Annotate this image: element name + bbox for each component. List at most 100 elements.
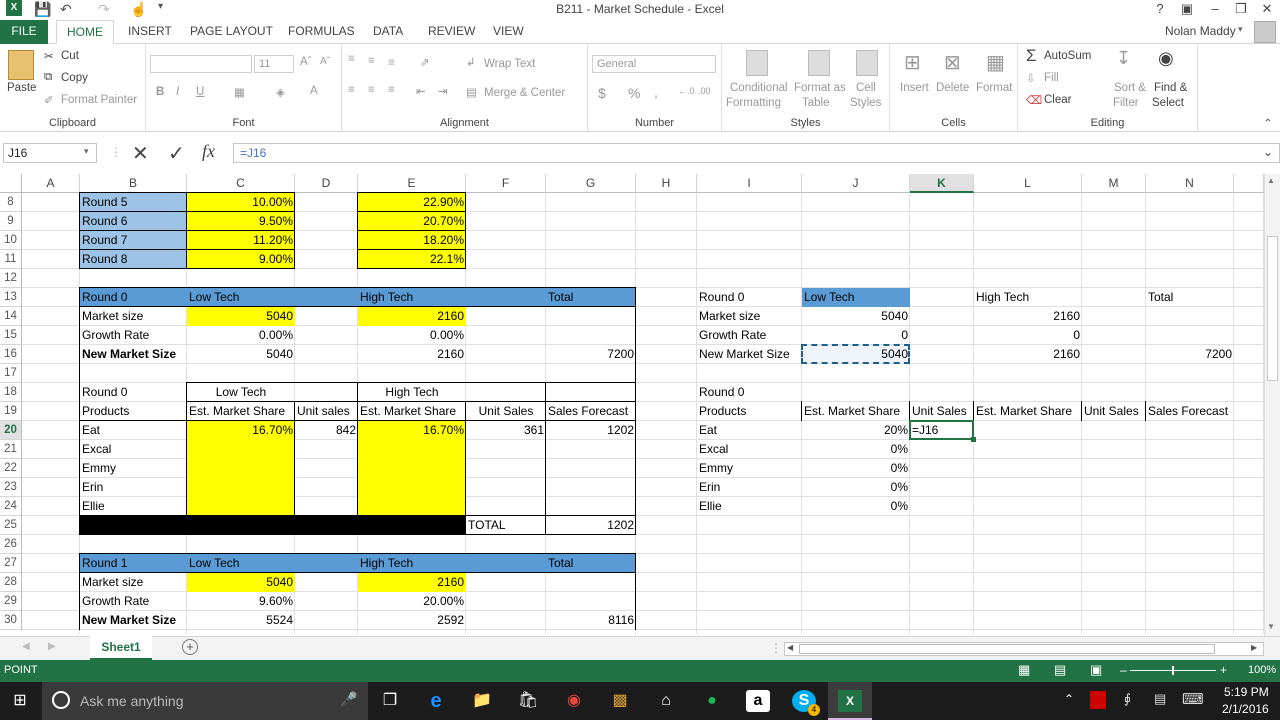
tab-split-grip-icon[interactable]: ⋮ <box>770 641 782 655</box>
cell-j16[interactable]: 5040 <box>802 345 910 364</box>
font-name-dropdown[interactable] <box>150 55 252 73</box>
cell-e28[interactable]: 2160 <box>358 573 466 592</box>
normal-view-icon[interactable]: ▦ <box>1018 662 1030 678</box>
currency-button[interactable]: $ <box>598 85 606 101</box>
cell-i15[interactable]: Growth Rate <box>697 326 802 345</box>
enter-icon[interactable]: ✓ <box>168 141 185 166</box>
clear-button[interactable]: Clear <box>1044 94 1071 106</box>
cell-m19[interactable]: Unit Sales <box>1082 402 1146 421</box>
column-header-f[interactable]: F <box>466 174 546 193</box>
horizontal-scrollbar[interactable]: ◀ ▶ <box>784 642 1264 656</box>
cell-b21[interactable]: Excal <box>80 440 187 459</box>
column-header-a[interactable]: A <box>22 174 80 193</box>
row-header-17[interactable]: 17 <box>0 364 22 383</box>
next-sheet-icon[interactable]: ▶ <box>48 641 56 652</box>
file-explorer-icon[interactable]: 📁 <box>470 690 494 712</box>
task-view-icon[interactable]: ❐ <box>378 690 402 712</box>
cell-e9[interactable]: 20.70% <box>358 212 466 231</box>
new-sheet-icon[interactable]: + <box>182 639 198 655</box>
align-right-icon[interactable]: ≡ <box>388 84 395 96</box>
row-header-11[interactable]: 11 <box>0 250 22 269</box>
percent-button[interactable]: % <box>628 85 640 101</box>
insert-function-icon[interactable]: fx <box>202 141 215 162</box>
cell-c27[interactable]: Low Tech <box>187 554 295 573</box>
tab-view[interactable]: VIEW <box>483 20 534 44</box>
cell-e29[interactable]: 20.00% <box>358 592 466 611</box>
conditional-formatting-label-1[interactable]: Conditional <box>730 82 788 94</box>
cell-g27[interactable]: Total <box>546 554 636 573</box>
prev-sheet-icon[interactable]: ◀ <box>22 641 30 652</box>
home-icon[interactable]: ⌂ <box>654 690 678 712</box>
cell-e15[interactable]: 0.00% <box>358 326 466 345</box>
scroll-down-icon[interactable]: ▼ <box>1267 622 1275 631</box>
spreadsheet-grid[interactable]: A B C D E F G H I J K L M N 8 9 10 11 12 13 14 15 16 17 18 19 20 21… <box>0 174 1264 634</box>
tab-formulas[interactable]: FORMULAS <box>278 20 365 44</box>
clock-date[interactable]: 2/1/2016 <box>1222 702 1269 716</box>
cell-i20[interactable]: Eat <box>697 421 802 440</box>
cell-e16[interactable]: 2160 <box>358 345 466 364</box>
row-header-13[interactable]: 13 <box>0 288 22 307</box>
cell-b24[interactable]: Ellie <box>80 497 187 516</box>
fill-button[interactable]: Fill <box>1044 72 1059 84</box>
cell-c28[interactable]: 5040 <box>187 573 295 592</box>
cell-i23[interactable]: Erin <box>697 478 802 497</box>
cell-styles-label-2[interactable]: Styles <box>850 97 881 109</box>
cell-j23[interactable]: 0% <box>802 478 910 497</box>
close-button[interactable]: ✕ <box>1252 0 1280 20</box>
vertical-scrollbar[interactable]: ▲ ▼ <box>1264 174 1280 636</box>
cell-n13[interactable]: Total <box>1146 288 1234 307</box>
clock-time[interactable]: 5:19 PM <box>1224 685 1269 699</box>
format-button[interactable]: Format <box>976 82 1012 94</box>
bottom-align-icon[interactable]: ≡ <box>388 57 395 69</box>
expand-formula-bar-icon[interactable]: ⌄ <box>1263 145 1273 159</box>
cell-i21[interactable]: Excal <box>697 440 802 459</box>
cell-d19[interactable]: Unit sales <box>295 402 358 421</box>
cell-g30[interactable]: 8116 <box>546 611 636 630</box>
cell-c11[interactable]: 9.00% <box>187 250 295 269</box>
font-color-icon[interactable]: A <box>310 85 318 97</box>
row-header-29[interactable]: 29 <box>0 592 22 611</box>
row-header-9[interactable]: 9 <box>0 212 22 231</box>
cell-e10[interactable]: 18.20% <box>358 231 466 250</box>
cell-b18[interactable]: Round 0 <box>80 383 187 402</box>
cell-b19[interactable]: Products <box>80 402 187 421</box>
format-as-table-label-1[interactable]: Format as <box>794 82 846 94</box>
cell-i16[interactable]: New Market Size <box>697 345 802 364</box>
comma-button[interactable]: , <box>654 84 658 100</box>
row-header-23[interactable]: 23 <box>0 478 22 497</box>
row-header-10[interactable]: 10 <box>0 231 22 250</box>
delete-button[interactable]: Delete <box>936 82 969 94</box>
scroll-left-icon[interactable]: ◀ <box>787 643 793 652</box>
row-header-8[interactable]: 8 <box>0 193 22 212</box>
top-align-icon[interactable]: ≡ <box>348 53 355 65</box>
cell-e13[interactable]: High Tech <box>358 288 466 307</box>
cell-b20[interactable]: Eat <box>80 421 187 440</box>
row-header-18[interactable]: 18 <box>0 383 22 402</box>
cell-b29[interactable]: Growth Rate <box>80 592 187 611</box>
zoom-level[interactable]: 100% <box>1248 664 1276 676</box>
zoom-slider-thumb[interactable] <box>1172 666 1174 675</box>
column-header-h[interactable]: H <box>636 174 697 193</box>
cell-j24[interactable]: 0% <box>802 497 910 516</box>
cell-g16[interactable]: 7200 <box>546 345 636 364</box>
row-header-16[interactable]: 16 <box>0 345 22 364</box>
page-layout-view-icon[interactable]: ▤ <box>1054 662 1066 678</box>
column-header-b[interactable]: B <box>80 174 187 193</box>
name-box-dropdown-icon[interactable]: ▾ <box>84 146 89 157</box>
tab-page-layout[interactable]: PAGE LAYOUT <box>180 20 283 44</box>
cell-i13[interactable]: Round 0 <box>697 288 802 307</box>
cell-b13[interactable]: Round 0 <box>80 288 187 307</box>
store-icon[interactable]: 🛍 <box>516 690 540 712</box>
formula-input[interactable]: =J16 <box>233 143 1280 163</box>
autosum-button[interactable]: AutoSum <box>1044 50 1091 62</box>
cell-e30[interactable]: 2592 <box>358 611 466 630</box>
row-header-12[interactable]: 12 <box>0 269 22 288</box>
row-header-28[interactable]: 28 <box>0 573 22 592</box>
bold-button[interactable]: B <box>156 86 164 98</box>
cell-f19[interactable]: Unit Sales <box>466 402 546 421</box>
decrease-decimal-icon[interactable]: .00 <box>698 86 711 96</box>
user-name[interactable]: Nolan Maddy <box>1165 24 1236 38</box>
decrease-font-icon[interactable]: Aˇ <box>320 56 330 67</box>
cell-b30[interactable]: New Market Size <box>80 611 187 630</box>
underline-button[interactable]: U <box>196 86 204 98</box>
